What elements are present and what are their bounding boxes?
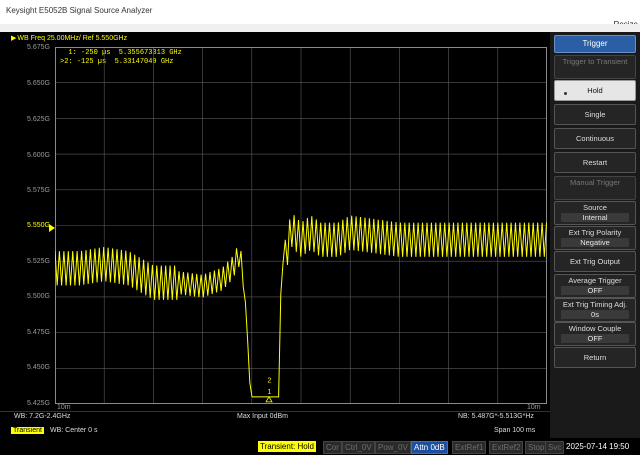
- y-tick-label: 5.600G: [27, 152, 50, 159]
- chart-header-text: WB Freq 25.00MHz/ Ref 5.550GHz: [17, 35, 128, 42]
- window-couple-value: OFF: [561, 334, 629, 343]
- average-trigger-label: Average Trigger: [568, 276, 622, 285]
- polarity-label: Ext Trig Polarity: [568, 228, 622, 237]
- y-tick-label: 5.575G: [27, 187, 50, 194]
- title-bar: Keysight E5052B Signal Source Analyzer R…: [0, 0, 640, 29]
- timing-label: Ext Trig Timing Adj.: [562, 300, 628, 309]
- ext-trig-timing-adj-button[interactable]: Ext Trig Timing Adj. 0s: [554, 298, 636, 322]
- timing-value: 0s: [561, 310, 629, 319]
- max-input-label: Max Input 0dBm: [237, 413, 288, 420]
- softkey-panel: Trigger Trigger to Transient Hold Single…: [550, 32, 640, 438]
- ctrl-voltage-indicator: Ctrl_0V: [342, 441, 375, 454]
- ext-trig-polarity-button[interactable]: Ext Trig Polarity Negative: [554, 226, 636, 250]
- marker-flag-2: 2: [268, 378, 272, 385]
- softkey-menu-title: Trigger: [554, 35, 636, 53]
- source-label: Source: [583, 203, 607, 212]
- y-tick-label: 5.425G: [27, 400, 50, 407]
- y-tick-label: 5.650G: [27, 80, 50, 87]
- x-right-label: 10m: [527, 404, 541, 411]
- hold-button[interactable]: Hold: [554, 80, 636, 101]
- trace-select-icon: ▶: [11, 35, 17, 42]
- single-button[interactable]: Single: [554, 104, 636, 125]
- hold-button-label: Hold: [587, 86, 603, 95]
- wb-center-label: WB: Center 0 s: [50, 427, 98, 434]
- average-trigger-value: OFF: [561, 286, 629, 295]
- trigger-to-transient-button[interactable]: Trigger to Transient: [554, 55, 636, 79]
- y-tick-label: 5.450G: [27, 364, 50, 371]
- extref1-indicator: ExtRef1: [452, 441, 487, 454]
- continuous-button[interactable]: Continuous: [554, 128, 636, 149]
- x-left-label: 10m: [57, 404, 71, 411]
- average-trigger-button[interactable]: Average Trigger OFF: [554, 274, 636, 298]
- marker-flag-1: 1: [268, 389, 272, 396]
- y-tick-label: 5.475G: [27, 329, 50, 336]
- nb-range-label: NB: 5.487G*-5.513G*Hz: [458, 413, 534, 420]
- span-label: Span 100 ms: [494, 427, 536, 434]
- chart-footer-row-2: Transient WB: Center 0 s Span 100 ms: [0, 425, 550, 436]
- power-voltage-indicator: Pow_0V: [375, 441, 411, 454]
- source-button[interactable]: Source Internal: [554, 201, 636, 225]
- y-tick-label: 5.500G: [27, 293, 50, 300]
- wb-range-label: WB: 7.2G-2.4GHz: [14, 413, 71, 420]
- return-button[interactable]: Return: [554, 347, 636, 368]
- window-title: Keysight E5052B Signal Source Analyzer: [6, 6, 153, 15]
- y-tick-label-ref: 5.550G: [27, 222, 50, 229]
- source-value: Internal: [561, 213, 629, 222]
- y-tick-label: 5.525G: [27, 258, 50, 265]
- plot-grid: [55, 47, 547, 404]
- window-couple-button[interactable]: Window Couple OFF: [554, 322, 636, 346]
- window-couple-label: Window Couple: [568, 324, 622, 333]
- attenuation-indicator: Attn 0dB: [411, 441, 448, 454]
- y-tick-label: 5.675G: [27, 44, 50, 51]
- transient-tag: Transient: [11, 427, 44, 434]
- chart-footer-row-1: WB: 7.2G-2.4GHz Max Input 0dBm NB: 5.487…: [0, 411, 550, 422]
- marker-flags: 21: [265, 378, 273, 403]
- date-time: 2025-07-14 19:50: [566, 442, 630, 451]
- chart-header: ▶WB Freq 25.00MHz/ Ref 5.550GHz: [11, 34, 127, 42]
- status-bar: Transient: Hold Cor Ctrl_0V Pow_0V Attn …: [0, 438, 640, 455]
- extref2-indicator: ExtRef2: [489, 441, 524, 454]
- cor-indicator: Cor: [323, 441, 342, 454]
- y-tick-label: 5.625G: [27, 116, 50, 123]
- marker-triangle-icon: [265, 396, 273, 403]
- ext-trig-output-button[interactable]: Ext Trig Output: [554, 251, 636, 272]
- svc-indicator: Svc: [545, 441, 565, 454]
- transient-status: Transient: Hold: [258, 441, 316, 452]
- polarity-value: Negative: [561, 238, 629, 247]
- manual-trigger-button[interactable]: Manual Trigger: [554, 176, 636, 200]
- restart-button[interactable]: Restart: [554, 152, 636, 173]
- trace-plot[interactable]: 21: [55, 47, 547, 404]
- selected-indicator-icon: [564, 92, 567, 95]
